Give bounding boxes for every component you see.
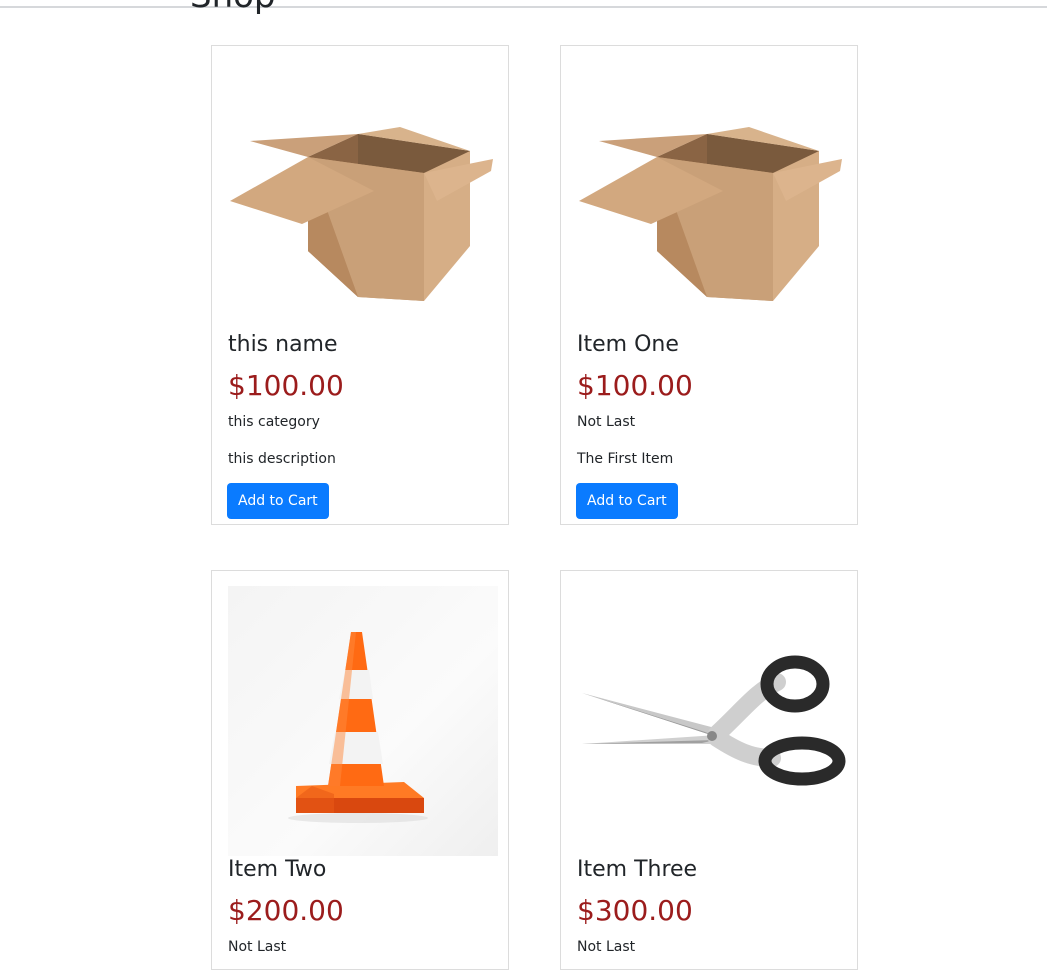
traffic-cone-icon [288, 632, 428, 823]
product-image [577, 61, 847, 331]
product-description: The First Item [577, 451, 674, 467]
product-image [228, 61, 498, 331]
product-price: $200.00 [228, 894, 344, 927]
add-to-cart-button[interactable]: Add to Cart [227, 483, 329, 519]
product-category: Not Last [228, 939, 287, 955]
product-name: Item Two [228, 857, 327, 882]
product-category: Not Last [577, 939, 636, 955]
product-card: Item Two $200.00 Not Last [211, 570, 509, 970]
product-price: $300.00 [577, 894, 693, 927]
page-heading: Shop Catalog [190, 0, 390, 16]
product-name: Item One [577, 332, 679, 357]
product-image [228, 586, 498, 856]
product-card: Item Three $300.00 Not Last [560, 570, 858, 970]
product-card: Item One $100.00 Not Last The First Item… [560, 45, 858, 525]
product-category: Not Last [577, 414, 636, 430]
cardboard-box-icon [230, 127, 493, 301]
page-heading-container: Shop Catalog [190, 0, 390, 16]
product-card: this name $100.00 this category this des… [211, 45, 509, 525]
scissors-icon [582, 655, 846, 786]
product-description: this description [228, 451, 336, 467]
product-image [577, 586, 847, 856]
top-divider [0, 6, 1047, 8]
cardboard-box-icon [579, 127, 842, 301]
product-category: this category [228, 414, 320, 430]
product-name: Item Three [577, 857, 698, 882]
product-price: $100.00 [577, 369, 693, 402]
product-name: this name [228, 332, 338, 357]
add-to-cart-button[interactable]: Add to Cart [576, 483, 678, 519]
product-price: $100.00 [228, 369, 344, 402]
